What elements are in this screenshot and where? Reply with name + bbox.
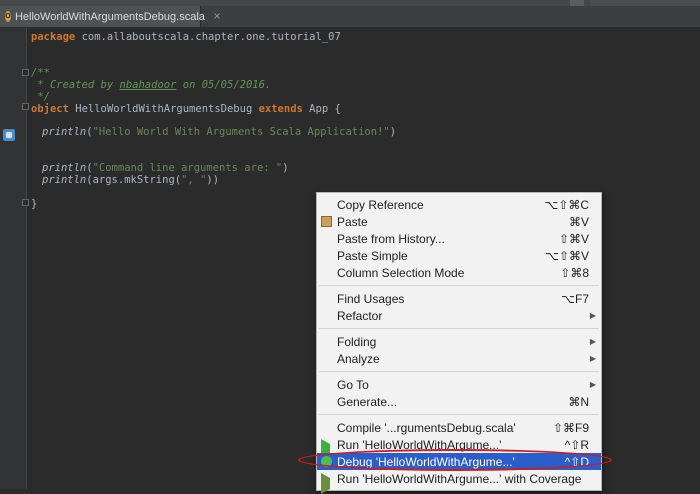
menu-item-refactor[interactable]: Refactor ▶ <box>317 307 601 324</box>
menu-item-run[interactable]: Run 'HelloWorldWithArgume...' ^⇧R <box>317 436 601 460</box>
code-line-package: package com.allaboutscala.chapter.one.tu… <box>31 31 341 43</box>
code-line-comment-author: * Created by nbahadoor on 05/05/2016. <box>31 79 272 91</box>
menu-item-shortcut: ^⇧R <box>564 437 589 452</box>
menu-item-shortcut: ⌥⇧⌘C <box>544 197 589 212</box>
menu-item-go-to[interactable]: Go To ▶ <box>317 376 601 393</box>
menu-item-shortcut: ⌥⇧⌘V <box>545 248 589 263</box>
menu-item-paste[interactable]: Paste ⌘V <box>317 213 601 230</box>
fold-marker[interactable] <box>22 199 29 206</box>
menu-item-label: Compile '...rgumentsDebug.scala' <box>337 420 516 435</box>
menu-item-shortcut: ⌘N <box>568 394 589 409</box>
menu-item-label: Paste from History... <box>337 231 445 246</box>
editor-tab-label: HelloWorldWithArgumentsDebug.scala <box>14 10 205 23</box>
menu-item-run-with-coverage[interactable]: Run 'HelloWorldWithArgume...' with Cover… <box>317 470 601 494</box>
menu-item-label: Generate... <box>337 394 398 409</box>
context-menu: Copy Reference ⌥⇧⌘C Paste ⌘V Paste from … <box>316 192 602 494</box>
submenu-arrow-icon: ▶ <box>589 354 596 363</box>
menu-item-shortcut: ⌥F7 <box>561 291 589 306</box>
menu-separator <box>319 285 599 286</box>
menu-item-label: Analyze <box>337 351 380 366</box>
menu-separator <box>319 414 599 415</box>
menu-item-label: Refactor <box>337 308 383 323</box>
fold-marker[interactable] <box>22 103 29 110</box>
menu-item-compile[interactable]: Compile '...rgumentsDebug.scala' ⇧⌘F9 <box>317 419 601 436</box>
menu-item-label: Copy Reference <box>337 197 424 212</box>
fold-marker[interactable] <box>22 69 29 76</box>
menu-item-label: Paste Simple <box>337 248 408 263</box>
menu-item-folding[interactable]: Folding ▶ <box>317 333 601 350</box>
secondary-tab-strip <box>590 0 700 6</box>
menu-item-label: Debug 'HelloWorldWithArgume...' <box>337 454 515 469</box>
clipboard-icon <box>321 216 332 227</box>
menu-item-label: Folding <box>337 334 377 349</box>
submenu-arrow-icon: ▶ <box>589 337 596 346</box>
menu-item-label: Run 'HelloWorldWithArgume...' with Cover… <box>337 471 582 486</box>
editor-tab-bar: O HelloWorldWithArgumentsDebug.scala × <box>0 0 700 28</box>
menu-separator <box>319 371 599 372</box>
editor-gutter <box>0 28 27 489</box>
editor-tab[interactable]: O HelloWorldWithArgumentsDebug.scala × <box>0 6 221 27</box>
code-line-println-mkstring: println(args.mkString(", ")) <box>42 174 220 186</box>
menu-item-label: Column Selection Mode <box>337 265 465 280</box>
menu-item-column-selection-mode[interactable]: Column Selection Mode ⇧⌘8 <box>317 264 601 281</box>
menu-item-label: Paste <box>337 214 368 229</box>
menu-item-shortcut: ⇧⌘8 <box>560 265 589 280</box>
submenu-arrow-icon: ▶ <box>589 380 596 389</box>
menu-item-paste-from-history[interactable]: Paste from History... ⇧⌘V <box>317 230 601 247</box>
menu-item-debug[interactable]: Debug 'HelloWorldWithArgume...' ^⇧D <box>317 453 601 470</box>
toolbar-handle <box>570 0 584 6</box>
menu-item-generate[interactable]: Generate... ⌘N <box>317 393 601 410</box>
scala-object-icon: O <box>5 11 11 22</box>
code-line-println-hello: println("Hello World With Arguments Scal… <box>42 126 397 138</box>
code-line-close-brace: } <box>31 198 38 210</box>
menu-item-analyze[interactable]: Analyze ▶ <box>317 350 601 367</box>
close-icon[interactable]: × <box>213 11 221 22</box>
menu-item-shortcut: ⌘V <box>568 214 589 229</box>
menu-item-copy-reference[interactable]: Copy Reference ⌥⇧⌘C <box>317 196 601 213</box>
menu-item-find-usages[interactable]: Find Usages ⌥F7 <box>317 290 601 307</box>
code-line-object: object HelloWorldWithArgumentsDebug exte… <box>31 103 341 115</box>
menu-item-label: Find Usages <box>337 291 405 306</box>
menu-item-shortcut: ⇧⌘F9 <box>552 420 589 435</box>
menu-separator <box>319 328 599 329</box>
menu-item-label: Go To <box>337 377 369 392</box>
menu-item-label: Run 'HelloWorldWithArgume...' <box>337 437 502 452</box>
run-gutter-icon[interactable] <box>3 129 15 141</box>
debug-bug-icon <box>321 456 332 467</box>
menu-item-paste-simple[interactable]: Paste Simple ⌥⇧⌘V <box>317 247 601 264</box>
menu-item-shortcut: ⇧⌘V <box>558 231 589 246</box>
submenu-arrow-icon: ▶ <box>589 311 596 320</box>
menu-item-shortcut: ^⇧D <box>564 454 589 469</box>
